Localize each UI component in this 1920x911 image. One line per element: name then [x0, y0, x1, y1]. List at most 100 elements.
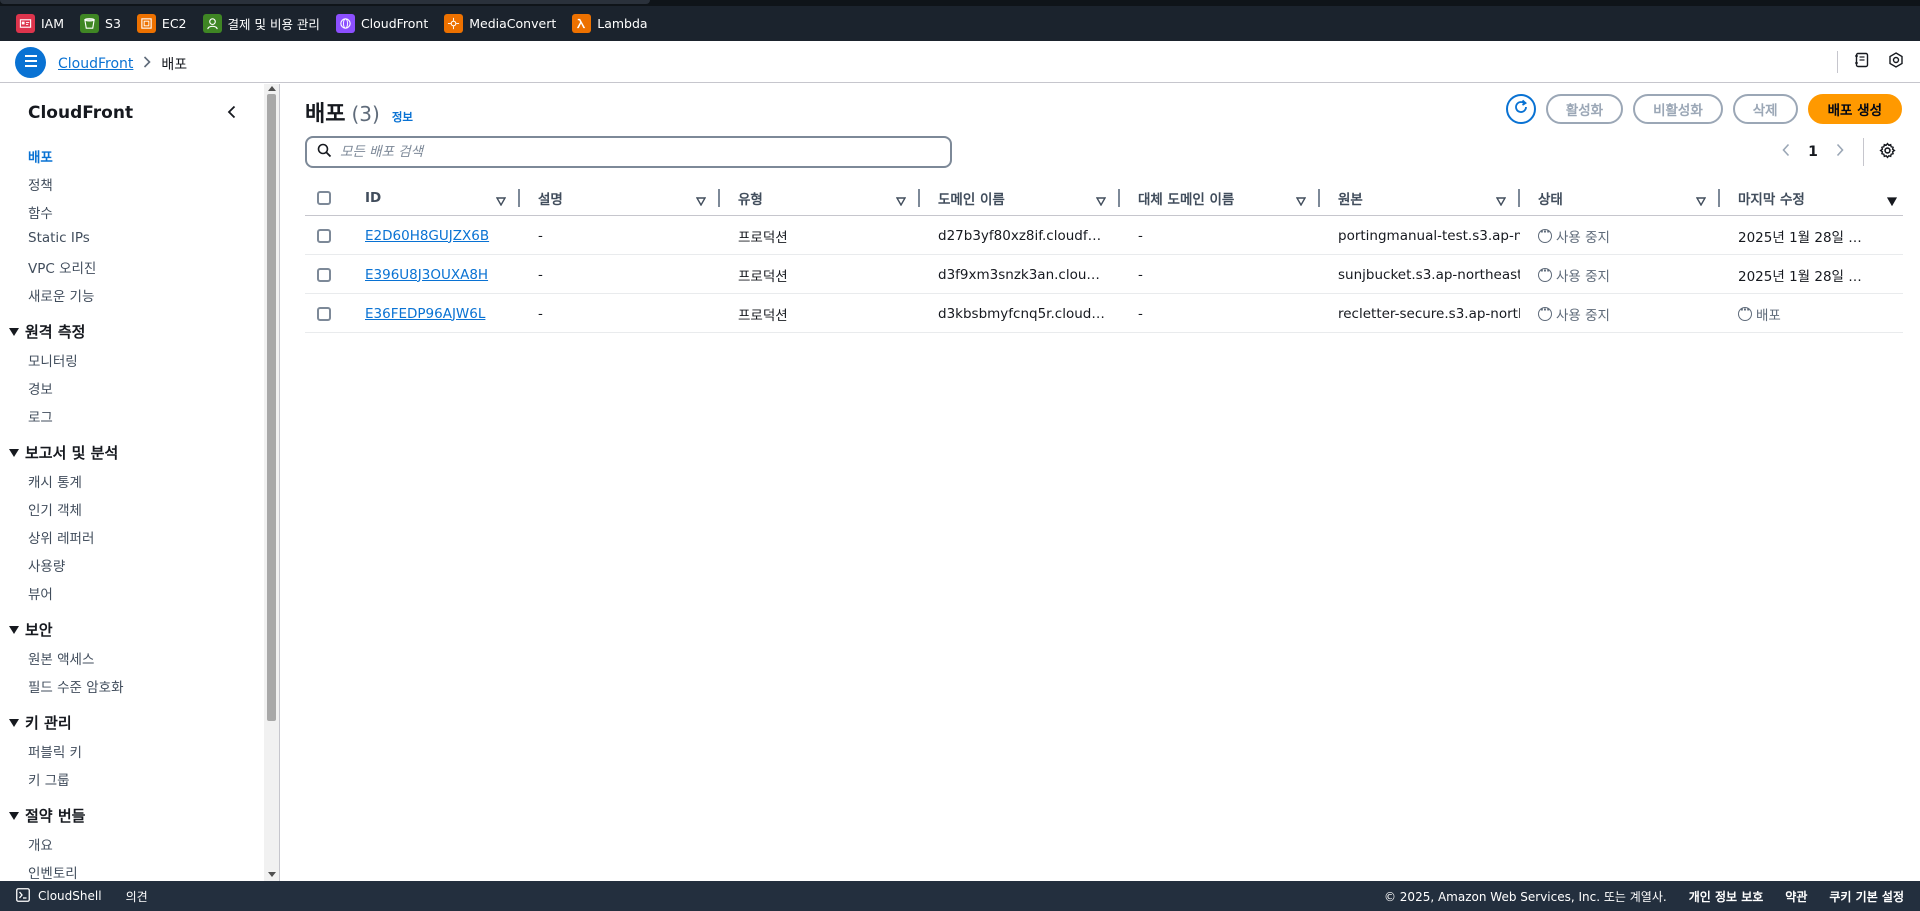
sidebar-item-whats-new[interactable]: 새로운 기능: [28, 285, 94, 305]
sidebar-item-monitoring[interactable]: 모니터링: [28, 350, 78, 370]
delete-button[interactable]: 삭제: [1732, 94, 1798, 124]
row-checkbox[interactable]: [317, 306, 331, 321]
sidebar-section-security[interactable]: 보안: [9, 619, 53, 640]
row-checkbox[interactable]: [317, 228, 331, 243]
sidebar-item-alarms[interactable]: 경보: [28, 378, 53, 398]
sidebar-item-key-groups[interactable]: 키 그룹: [28, 769, 70, 789]
console-footer: CloudShell 의견 © 2025, Amazon Web Service…: [0, 881, 1920, 911]
privacy-link[interactable]: 개인 정보 보호: [1689, 888, 1764, 905]
service-shortcut-billing[interactable]: 결제 및 비용 관리: [202, 14, 320, 33]
table-preferences-button[interactable]: [1874, 137, 1900, 167]
caret-down-icon: [9, 811, 19, 820]
column-label: 유형: [738, 192, 763, 208]
close-sidebar-button[interactable]: [224, 104, 240, 120]
scroll-up-icon[interactable]: [268, 86, 276, 91]
create-distribution-button[interactable]: 배포 생성: [1807, 94, 1902, 124]
service-shortcut-ec2[interactable]: EC2: [136, 14, 187, 33]
column-label: 상태: [1538, 192, 1563, 208]
page-number[interactable]: 1: [1799, 144, 1827, 160]
hexagon-help-icon: [1888, 52, 1904, 72]
cell-domain-name: d3kbsbmyfcnq5r.cloud…: [920, 294, 1120, 333]
sidebar-section-savings-bundle[interactable]: 절약 번들: [9, 805, 85, 826]
sidebar-item-cache-statistics[interactable]: 캐시 통계: [28, 471, 82, 491]
menu-button[interactable]: [15, 47, 46, 78]
cell-description: -: [520, 255, 720, 294]
sidebar-item-distributions[interactable]: 배포: [28, 146, 53, 166]
table-row[interactable]: E2D60H8GUJZX6B - 프로덕션 d27b3yf80xz8if.cloudf…: [305, 216, 1903, 255]
cell-description: -: [520, 294, 720, 333]
service-shortcut-mediaconvert[interactable]: MediaConvert: [444, 14, 556, 33]
column-header-alternate-domain[interactable]: 대체 도메인 이름: [1120, 180, 1320, 216]
service-shortcut-lambda[interactable]: Lambda: [572, 14, 648, 33]
column-header-description[interactable]: 설명: [520, 180, 720, 216]
distribution-id-link[interactable]: E2D60H8GUJZX6B: [365, 228, 489, 244]
last-modified-text: 2025년 1월 28일 …: [1738, 268, 1862, 285]
disable-button[interactable]: 비활성화: [1633, 94, 1723, 124]
hamburger-icon: [23, 54, 39, 72]
previous-page-button[interactable]: [1773, 137, 1799, 167]
distribution-id-link[interactable]: E36FEDP96AJW6L: [365, 306, 485, 322]
sidebar-section-reports[interactable]: 보고서 및 분석: [9, 442, 118, 463]
sidebar-item-usage[interactable]: 사용량: [28, 555, 65, 575]
service-shortcut-cloudfront[interactable]: CloudFront: [335, 14, 428, 33]
notes-panel-button[interactable]: [1852, 52, 1872, 72]
cookie-preferences-link[interactable]: 쿠키 기본 설정: [1829, 888, 1904, 905]
sidebar-item-popular-objects[interactable]: 인기 객체: [28, 499, 82, 519]
cloudshell-button[interactable]: CloudShell: [0, 887, 102, 905]
sidebar-section-telemetry[interactable]: 원격 측정: [9, 321, 85, 342]
row-checkbox[interactable]: [317, 267, 331, 282]
column-header-status[interactable]: 상태: [1520, 180, 1720, 216]
sidebar-item-inventory[interactable]: 인벤토리: [28, 862, 78, 881]
column-header-origin[interactable]: 원본: [1320, 180, 1520, 216]
scroll-down-icon[interactable]: [268, 872, 276, 877]
next-page-button[interactable]: [1827, 137, 1853, 167]
breadcrumb-current: 배포: [161, 57, 188, 73]
sidebar-section-key-management[interactable]: 키 관리: [9, 712, 72, 733]
sidebar-item-static-ips[interactable]: Static IPs: [28, 230, 90, 246]
feedback-link[interactable]: 의견: [126, 888, 148, 905]
sidebar-item-policies[interactable]: 정책: [28, 174, 53, 194]
refresh-icon: [1513, 99, 1529, 119]
service-favorites-bar: IAM S3 EC2 결제 및 비용 관리 CloudFront MediaCo…: [0, 0, 1920, 41]
column-header-domain-name[interactable]: 도메인 이름: [920, 180, 1120, 216]
distribution-id-link[interactable]: E396U8J3OUXA8H: [365, 267, 488, 283]
sidebar-item-vpc-origins[interactable]: VPC 오리진: [28, 257, 96, 277]
sidebar-item-viewers[interactable]: 뷰어: [28, 583, 53, 603]
table-row[interactable]: E396U8J3OUXA8H - 프로덕션 d3f9xm3snzk3an.clou… -…: [305, 255, 1903, 294]
sidebar-section-title: 절약 번들: [25, 807, 86, 825]
sidebar-item-overview[interactable]: 개요: [28, 834, 53, 854]
sidebar-item-functions[interactable]: 함수: [28, 202, 53, 222]
select-all-checkbox[interactable]: [317, 191, 331, 205]
caret-down-icon: [9, 448, 19, 457]
terms-link[interactable]: 약관: [1785, 888, 1807, 905]
help-panel-button[interactable]: [1886, 52, 1906, 72]
scrollbar-thumb[interactable]: [267, 94, 276, 721]
side-navigation: CloudFront 배포 정책 함수 Static IPs VPC 오리진 새…: [0, 84, 280, 881]
column-header-last-modified[interactable]: 마지막 수정: [1720, 180, 1903, 216]
table-body: E2D60H8GUJZX6B - 프로덕션 d27b3yf80xz8if.cloudf…: [305, 216, 1903, 333]
copyright-text: © 2025, Amazon Web Services, Inc. 또는 계열사…: [1383, 889, 1667, 904]
column-header-type[interactable]: 유형: [720, 180, 920, 216]
service-shortcut-s3[interactable]: S3: [80, 14, 121, 33]
last-modified-text: 2025년 1월 28일 …: [1738, 229, 1862, 246]
column-label: 원본: [1338, 192, 1363, 208]
column-header-id[interactable]: ID: [346, 180, 520, 216]
caret-down-icon: [9, 327, 19, 336]
cloudshell-label: CloudShell: [38, 889, 102, 903]
sidebar-item-origin-access[interactable]: 원본 액세스: [28, 648, 94, 668]
sidebar-item-logs[interactable]: 로그: [28, 406, 53, 426]
service-shortcut-iam[interactable]: IAM: [16, 14, 64, 33]
info-link[interactable]: 정보: [392, 109, 413, 125]
search-input[interactable]: [340, 144, 920, 160]
sidebar-item-field-level-encryption[interactable]: 필드 수준 암호화: [28, 676, 124, 696]
status-text: 사용 중지: [1556, 307, 1610, 324]
table-row[interactable]: E36FEDP96AJW6L - 프로덕션 d3kbsbmyfcnq5r.cloud……: [305, 294, 1903, 333]
sidebar-item-top-referrers[interactable]: 상위 레퍼러: [28, 527, 94, 547]
service-label: MediaConvert: [469, 16, 557, 31]
refresh-button[interactable]: [1505, 94, 1536, 124]
sidebar-item-public-keys[interactable]: 퍼블릭 키: [28, 741, 82, 761]
sidebar-scrollbar[interactable]: [264, 84, 279, 881]
breadcrumb-link-cloudfront[interactable]: CloudFront: [58, 56, 133, 72]
sidebar-title: CloudFront: [28, 103, 134, 123]
enable-button[interactable]: 활성화: [1545, 94, 1624, 124]
